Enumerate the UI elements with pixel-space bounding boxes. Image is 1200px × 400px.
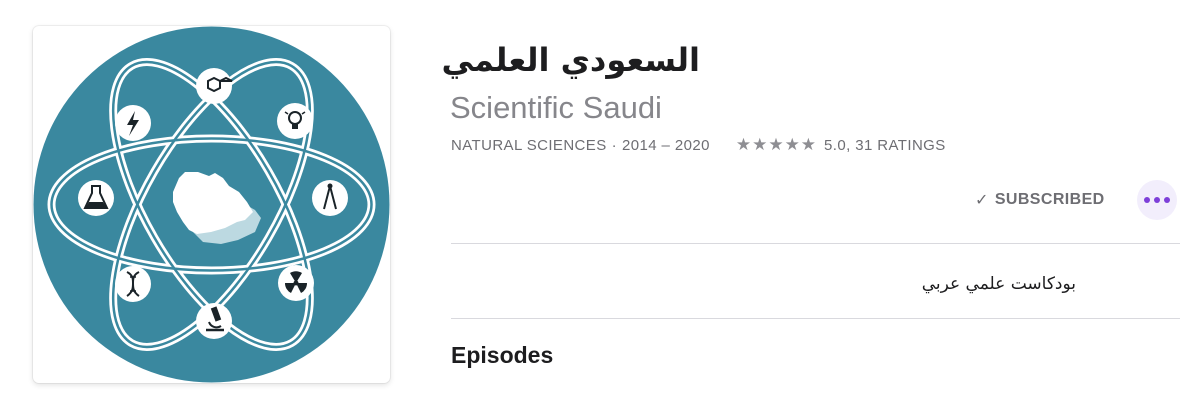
meta-separator: ·: [611, 136, 618, 154]
subscribed-button[interactable]: ✓ SUBSCRIBED: [975, 189, 1105, 211]
category-link[interactable]: NATURAL SCIENCES: [451, 137, 607, 154]
divider: [451, 243, 1180, 244]
radiation-icon: [278, 265, 314, 301]
podcast-meta: NATURAL SCIENCES · 2014 – 2020 ★★★★★ 5.0…: [451, 135, 946, 155]
podcast-title-arabic: السعودي العلمي: [441, 41, 701, 79]
episodes-heading: Episodes: [451, 342, 554, 368]
flask-icon: [78, 180, 114, 216]
rating-summary: 5.0, 31 RATINGS: [824, 136, 946, 154]
lightning-icon: [115, 105, 151, 141]
podcast-artwork[interactable]: [33, 26, 390, 383]
microscope-icon: [196, 303, 232, 339]
dna-icon: [115, 266, 151, 302]
ellipsis-icon: [1144, 197, 1150, 203]
ellipsis-icon: [1164, 197, 1170, 203]
podcast-page: السعودي العلمي Scientific Saudi NATURAL …: [0, 0, 1200, 400]
checkmark-icon: ✓: [975, 192, 989, 209]
ellipsis-icon: [1154, 197, 1160, 203]
hexagon-molecule-icon: [196, 68, 233, 104]
artwork-graphic: [33, 26, 390, 383]
podcast-years: 2014 – 2020: [622, 136, 710, 154]
podcast-title-english: Scientific Saudi: [450, 90, 662, 125]
lightbulb-icon: [277, 103, 313, 139]
star-rating-icon: ★★★★★: [735, 135, 818, 154]
podcast-description: بودكاست علمي عربي: [921, 274, 1076, 294]
compass-icon: [312, 180, 348, 216]
more-options-button[interactable]: [1137, 180, 1177, 220]
subscribed-label: SUBSCRIBED: [994, 191, 1105, 208]
divider: [451, 318, 1180, 319]
